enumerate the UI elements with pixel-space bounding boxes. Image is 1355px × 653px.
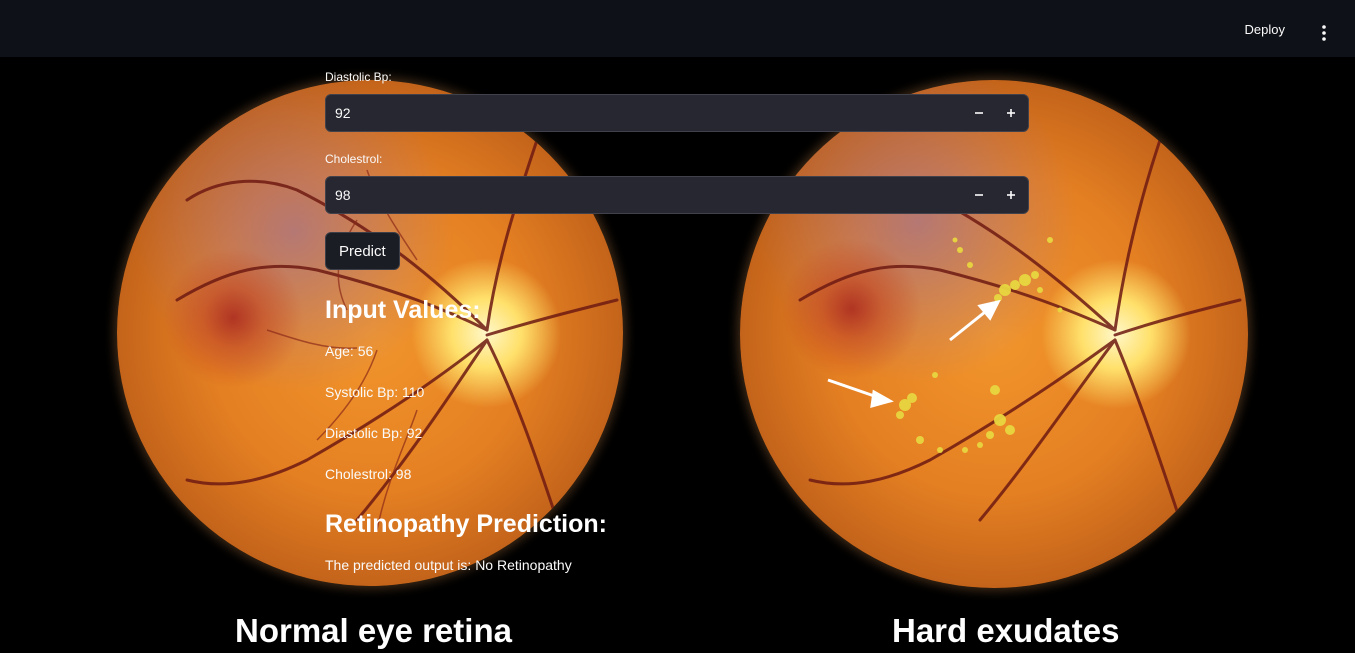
diastolic-input[interactable]: 92 bbox=[325, 94, 1029, 132]
minus-icon bbox=[975, 112, 983, 114]
app-header: Deploy bbox=[0, 0, 1355, 57]
app-page: Deploy Normal eye retina Hard exudates D… bbox=[0, 0, 1355, 653]
cholesterol-label: Cholestrol: bbox=[325, 152, 383, 166]
cholesterol-decrement-button[interactable] bbox=[963, 177, 995, 213]
diastolic-label: Diastolic Bp: bbox=[325, 70, 392, 84]
prediction-result: The predicted output is: No Retinopathy bbox=[325, 557, 572, 573]
diastolic-increment-button[interactable] bbox=[995, 95, 1027, 131]
main-content: Diastolic Bp: 92 Cholestrol: 98 Predict … bbox=[325, 57, 1029, 573]
minus-icon bbox=[975, 194, 983, 196]
predict-button[interactable]: Predict bbox=[325, 232, 400, 270]
input-values-heading: Input Values: bbox=[325, 296, 481, 324]
cholesterol-increment-button[interactable] bbox=[995, 177, 1027, 213]
normal-retina-caption: Normal eye retina bbox=[235, 612, 512, 649]
input-value-diastolic: Diastolic Bp: 92 bbox=[325, 425, 423, 441]
plus-icon bbox=[1007, 109, 1015, 117]
diastolic-value[interactable]: 92 bbox=[335, 105, 351, 121]
cholesterol-value[interactable]: 98 bbox=[335, 187, 351, 203]
input-value-systolic: Systolic Bp: 110 bbox=[325, 384, 425, 400]
cholesterol-input[interactable]: 98 bbox=[325, 176, 1029, 214]
prediction-heading: Retinopathy Prediction: bbox=[325, 510, 607, 538]
diastolic-decrement-button[interactable] bbox=[963, 95, 995, 131]
deploy-button[interactable]: Deploy bbox=[1245, 22, 1285, 37]
vertical-ellipsis-icon[interactable] bbox=[1317, 24, 1331, 42]
plus-icon bbox=[1007, 191, 1015, 199]
input-value-cholesterol: Cholestrol: 98 bbox=[325, 466, 412, 482]
hard-exudates-caption: Hard exudates bbox=[892, 612, 1120, 649]
input-value-age: Age: 56 bbox=[325, 343, 374, 359]
